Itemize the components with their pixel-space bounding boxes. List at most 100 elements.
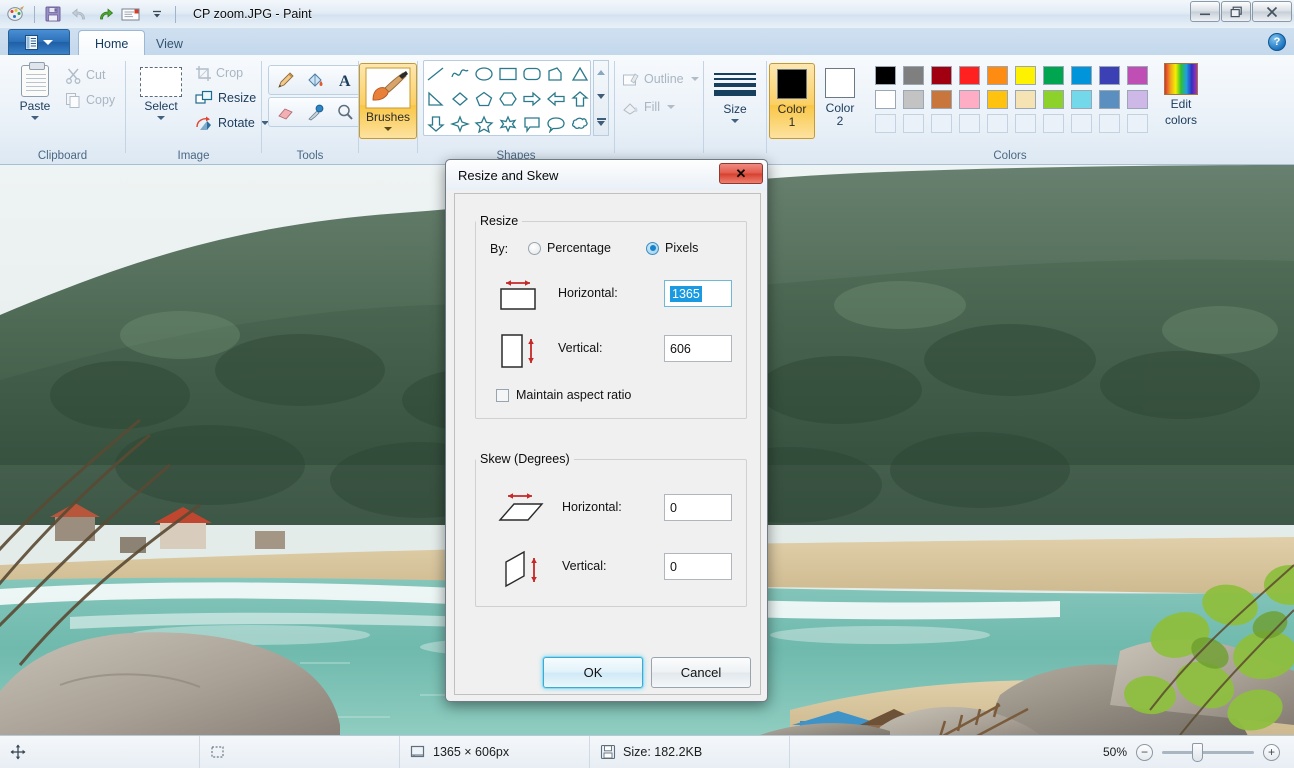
palette-swatch-r1-c9[interactable]: [1095, 63, 1123, 87]
restore-button[interactable]: [1221, 1, 1251, 22]
palette-swatch-r3-c8[interactable]: [1067, 111, 1095, 135]
maintain-aspect-ratio-checkbox[interactable]: Maintain aspect ratio: [496, 388, 631, 402]
redo-icon[interactable]: [94, 4, 116, 24]
fill-button[interactable]: Fill: [619, 95, 678, 119]
palette-swatch-r2-c6[interactable]: [1011, 87, 1039, 111]
resize-horizontal-input[interactable]: 1365: [664, 280, 732, 307]
brushes-button[interactable]: Brushes: [359, 63, 417, 139]
save-icon[interactable]: [42, 4, 64, 24]
palette-swatch-r3-c3[interactable]: [927, 111, 955, 135]
shape-cloud-callout-icon[interactable]: [570, 115, 590, 133]
paste-caret-icon[interactable]: [31, 116, 39, 120]
palette-swatch-r3-c7[interactable]: [1039, 111, 1067, 135]
shape-six-point-star-icon[interactable]: [498, 114, 518, 133]
select-caret-icon[interactable]: [157, 116, 165, 120]
zoom-slider-track[interactable]: [1162, 742, 1254, 762]
palette-swatch-r2-c1[interactable]: [871, 87, 899, 111]
maintain-aspect-ratio-box-icon[interactable]: [496, 388, 509, 402]
palette-swatch-r1-c3[interactable]: [927, 63, 955, 87]
palette-swatch-r1-c8[interactable]: [1067, 63, 1095, 87]
palette-swatch-r3-c6[interactable]: [1011, 111, 1039, 135]
file-menu-button[interactable]: [8, 29, 70, 55]
shape-pentagon-icon[interactable]: [474, 90, 494, 108]
ok-button[interactable]: OK: [543, 657, 643, 688]
palette-swatch-r3-c9[interactable]: [1095, 111, 1123, 135]
shape-diagonal-line-icon[interactable]: [426, 90, 446, 108]
palette-swatch-r2-c4[interactable]: [955, 87, 983, 111]
email-icon[interactable]: [120, 4, 142, 24]
shape-right-arrow-icon[interactable]: [522, 90, 542, 108]
palette-swatch-r2-c3[interactable]: [927, 87, 955, 111]
shapes-scroll-controls[interactable]: [593, 60, 609, 136]
palette-swatch-r1-c1[interactable]: [871, 63, 899, 87]
palette-swatch-r2-c10[interactable]: [1123, 87, 1151, 111]
rotate-button[interactable]: Rotate: [192, 111, 272, 135]
crop-button[interactable]: Crop: [192, 61, 246, 85]
minimize-button[interactable]: [1190, 1, 1220, 22]
resize-and-skew-dialog[interactable]: Resize and Skew ✕ Resize By: Percentage …: [445, 159, 768, 702]
palette-swatch-r2-c7[interactable]: [1039, 87, 1067, 111]
palette-swatch-r1-c5[interactable]: [983, 63, 1011, 87]
size-button[interactable]: Size: [708, 63, 762, 124]
edit-colors-button[interactable]: Edit colors: [1153, 63, 1209, 143]
tab-view[interactable]: View: [140, 31, 199, 56]
shape-oval-icon[interactable]: [474, 65, 494, 83]
color-2-button[interactable]: Color 2: [817, 63, 863, 139]
palette-swatch-r1-c7[interactable]: [1039, 63, 1067, 87]
shape-rounded-rectangle-icon[interactable]: [522, 65, 542, 83]
palette-swatch-r2-c5[interactable]: [983, 87, 1011, 111]
help-button[interactable]: ?: [1268, 33, 1286, 51]
shapes-gallery[interactable]: [423, 60, 591, 136]
cancel-button[interactable]: Cancel: [651, 657, 751, 688]
palette-swatch-r1-c10[interactable]: [1123, 63, 1151, 87]
shape-triangle-icon[interactable]: [570, 65, 590, 83]
zoom-slider-thumb[interactable]: [1192, 742, 1203, 762]
palette-swatch-r1-c6[interactable]: [1011, 63, 1039, 87]
color-1-button[interactable]: Color 1: [769, 63, 815, 139]
magnifier-tool-button[interactable]: [330, 99, 360, 125]
palette-swatch-r3-c1[interactable]: [871, 111, 899, 135]
palette-swatch-r1-c2[interactable]: [899, 63, 927, 87]
paste-button[interactable]: Paste: [8, 59, 62, 120]
shape-rectangle-icon[interactable]: [498, 65, 518, 83]
resize-vertical-input[interactable]: 606: [664, 335, 732, 362]
color-palette[interactable]: [871, 63, 1151, 135]
shapes-scroll-up-icon[interactable]: [597, 70, 605, 76]
shapes-scroll-down-icon[interactable]: [597, 94, 605, 100]
shape-rounded-callout-icon[interactable]: [522, 115, 542, 133]
text-tool-button[interactable]: A: [330, 67, 360, 93]
color-picker-tool-button[interactable]: [300, 99, 330, 125]
shapes-expand-icon[interactable]: [596, 118, 606, 126]
resize-button[interactable]: Resize: [192, 86, 259, 110]
shape-right-triangle-icon[interactable]: [546, 65, 566, 83]
cut-button[interactable]: Cut: [62, 63, 108, 87]
shape-diamond-icon[interactable]: [450, 90, 470, 108]
palette-swatch-r1-c4[interactable]: [955, 63, 983, 87]
palette-swatch-r3-c10[interactable]: [1123, 111, 1151, 135]
tab-home[interactable]: Home: [78, 30, 146, 56]
radio-percentage[interactable]: Percentage: [528, 241, 611, 255]
shape-hexagon-icon[interactable]: [498, 90, 518, 108]
select-button[interactable]: Select: [132, 61, 190, 120]
radio-pixels[interactable]: Pixels: [646, 241, 698, 255]
shape-oval-callout-icon[interactable]: [546, 115, 566, 133]
shape-line-icon[interactable]: [426, 65, 446, 83]
skew-horizontal-input[interactable]: 0: [664, 494, 732, 521]
palette-swatch-r2-c9[interactable]: [1095, 87, 1123, 111]
customize-qat-caret-icon[interactable]: [146, 4, 168, 24]
paint-logo-icon[interactable]: [5, 4, 27, 24]
shape-left-arrow-icon[interactable]: [546, 90, 566, 108]
outline-caret-icon[interactable]: [690, 77, 699, 81]
radio-pixels-dot-icon[interactable]: [646, 241, 659, 255]
size-caret-icon[interactable]: [731, 119, 739, 124]
eraser-tool-button[interactable]: [270, 99, 300, 125]
shape-five-point-star-icon[interactable]: [474, 114, 494, 133]
radio-percentage-dot-icon[interactable]: [528, 241, 541, 255]
palette-swatch-r3-c4[interactable]: [955, 111, 983, 135]
palette-swatch-r3-c2[interactable]: [899, 111, 927, 135]
palette-swatch-r2-c8[interactable]: [1067, 87, 1095, 111]
zoom-in-button[interactable]: +: [1263, 743, 1280, 761]
fill-caret-icon[interactable]: [666, 105, 675, 109]
pencil-tool-button[interactable]: [270, 67, 300, 93]
brushes-caret-icon[interactable]: [384, 127, 392, 131]
